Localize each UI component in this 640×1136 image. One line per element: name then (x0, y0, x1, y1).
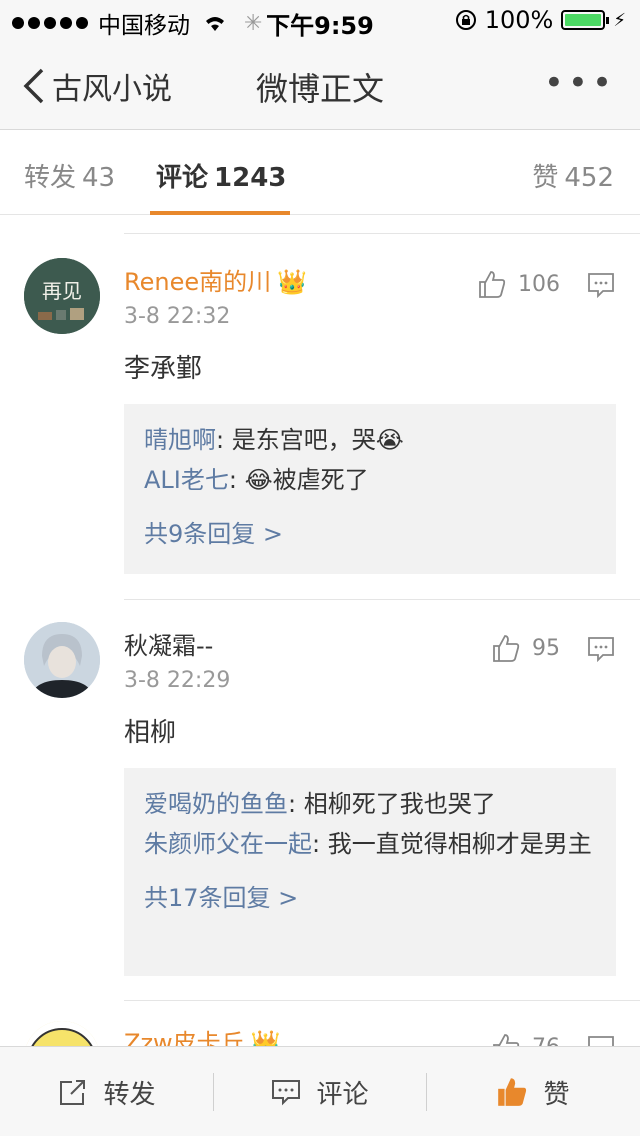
comment-username[interactable]: 秋凝霜-- (124, 626, 213, 661)
reply-text: : 是东宫吧，哭😭 (216, 426, 404, 454)
comment-icon (272, 1080, 301, 1106)
comment-username[interactable]: Renee南的川 👑 (124, 262, 307, 297)
tab-bar: 转发 43 评论 1243 赞 452 (0, 131, 640, 215)
comment-like-button[interactable]: 95 (490, 632, 560, 664)
reply-line: ALI老七: 😂被虐死了 (144, 460, 596, 500)
reply-text: : 相柳死了我也哭了 (288, 790, 496, 818)
like-count: 95 (532, 635, 560, 661)
tab-reposts-count: 43 (82, 163, 116, 193)
repost-icon (60, 1080, 86, 1105)
comment-separator (124, 1000, 640, 1001)
thumbs-up-icon (498, 1078, 527, 1106)
vip-crown-icon: 👑 (277, 268, 307, 296)
reply-username[interactable]: 爱喝奶的鱼鱼 (144, 790, 288, 818)
divider (124, 216, 640, 234)
username-text: Renee南的川 (124, 268, 272, 296)
tab-reposts-label: 转发 (24, 163, 77, 193)
tab-reposts[interactable]: 转发 43 (24, 157, 115, 194)
bottom-toolbar: 转发 评论 赞 (0, 1046, 640, 1136)
comment-text: 相柳 (124, 718, 177, 748)
battery-icon (561, 10, 610, 30)
comment-icon (588, 637, 614, 663)
reply-username[interactable]: ALI老七 (144, 466, 229, 494)
avatar[interactable] (24, 622, 100, 698)
charging-icon: ⚡ (613, 9, 626, 31)
reply-preview-box[interactable]: 爱喝奶的鱼鱼: 相柳死了我也哭了 朱颜师父在一起: 我一直觉得相柳才是男主 共1… (124, 768, 616, 976)
status-bar: 中国移动 ✳ 下午9:59 100% ⚡ (0, 0, 640, 40)
tab-likes[interactable]: 赞 452 (532, 157, 614, 194)
active-tab-indicator (150, 211, 290, 215)
svg-text:再见: 再见 (42, 281, 82, 303)
chevron-left-icon (23, 68, 44, 104)
like-button[interactable]: 赞 (426, 1047, 639, 1136)
reply-line: 晴旭啊: 是东宫吧，哭😭 (144, 420, 596, 460)
like-label: 赞 (543, 1079, 570, 1110)
like-count: 106 (518, 271, 560, 297)
tab-comments[interactable]: 评论 1243 (156, 157, 286, 194)
back-label: 古风小说 (52, 72, 172, 107)
reply-preview-box[interactable]: 晴旭啊: 是东宫吧，哭😭 ALI老七: 😂被虐死了 共9条回复 > (124, 404, 616, 574)
reply-text: : 😂被虐死了 (228, 466, 369, 494)
view-all-replies-link[interactable]: 共9条回复 > (144, 514, 596, 549)
avatar-image (24, 622, 100, 698)
avatar[interactable]: 再见 (24, 258, 100, 334)
reply-text: : 我一直觉得相柳才是男主 (312, 830, 592, 858)
reply-button[interactable] (586, 634, 616, 668)
comment-like-button[interactable]: 106 (476, 268, 560, 300)
reply-line: 朱颜师父在一起: 我一直觉得相柳才是男主 (144, 824, 596, 864)
comment-button[interactable]: 评论 (213, 1047, 426, 1136)
tab-likes-label: 赞 (532, 163, 559, 193)
screen: 中国移动 ✳ 下午9:59 100% ⚡ 古风小说 微博正文 ••• 转发 43… (0, 0, 640, 1136)
comment-label: 评论 (316, 1079, 369, 1110)
rotation-lock-icon (455, 10, 476, 30)
comment-time: 3-8 22:32 (124, 304, 231, 329)
tab-comments-label: 评论 (156, 163, 209, 193)
thumbs-up-icon (493, 635, 520, 662)
reply-username[interactable]: 朱颜师父在一起 (144, 830, 312, 858)
back-button[interactable]: 古风小说 (22, 64, 172, 108)
comment-icon (588, 273, 614, 299)
comment-time: 3-8 22:29 (124, 668, 231, 693)
repost-label: 转发 (103, 1079, 156, 1110)
thumbs-up-icon (479, 271, 506, 298)
navigation-bar: 古风小说 微博正文 ••• (0, 40, 640, 130)
tab-likes-count: 452 (564, 163, 614, 193)
comment-text: 李承鄞 (124, 354, 203, 384)
more-options-icon[interactable]: ••• (544, 66, 616, 100)
reply-button[interactable] (586, 270, 616, 304)
reply-line: 爱喝奶的鱼鱼: 相柳死了我也哭了 (144, 784, 596, 824)
comment-separator (124, 599, 640, 600)
view-all-replies-link[interactable]: 共17条回复 > (144, 878, 596, 913)
repost-button[interactable]: 转发 (0, 1047, 213, 1136)
reply-username[interactable]: 晴旭啊 (144, 426, 216, 454)
battery-percent: 100% (484, 6, 554, 34)
avatar-image: 再见 (24, 258, 100, 334)
tab-comments-count: 1243 (214, 163, 287, 193)
